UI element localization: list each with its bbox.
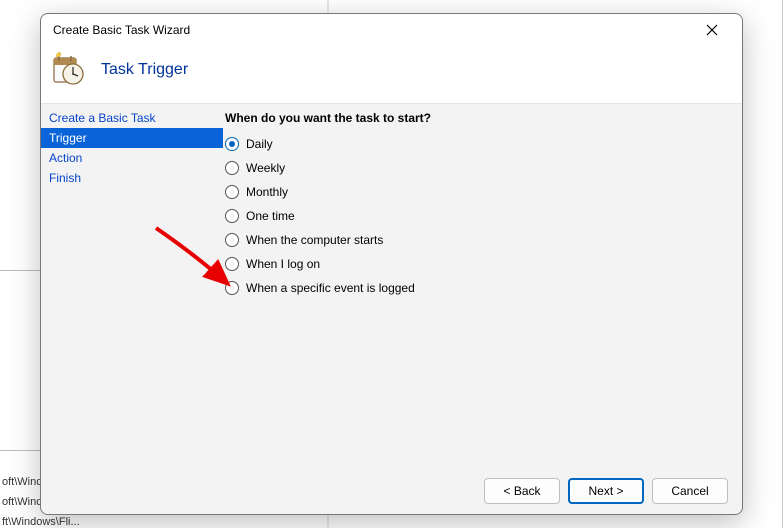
bg-fragment-3: ft\Windows\Fli...	[2, 516, 80, 528]
step-label: Create a Basic Task	[49, 111, 156, 125]
clock-calendar-icon	[51, 52, 87, 88]
radio-label: When a specific event is logged	[246, 281, 415, 295]
back-button[interactable]: < Back	[484, 478, 560, 504]
radio-indicator	[225, 257, 239, 271]
trigger-options: Daily Weekly Monthly One time When the c	[225, 137, 732, 295]
wizard-body: Create a Basic Task Trigger Action Finis…	[41, 103, 742, 468]
close-button[interactable]	[692, 16, 732, 44]
radio-log-on[interactable]: When I log on	[225, 257, 732, 271]
radio-weekly[interactable]: Weekly	[225, 161, 732, 175]
radio-label: When I log on	[246, 257, 320, 271]
wizard-sidebar: Create a Basic Task Trigger Action Finis…	[41, 104, 223, 468]
radio-label: One time	[246, 209, 295, 223]
radio-label: When the computer starts	[246, 233, 383, 247]
step-label: Trigger	[49, 131, 87, 145]
step-label: Action	[49, 151, 82, 165]
wizard-content: When do you want the task to start? Dail…	[223, 104, 742, 468]
close-icon	[706, 24, 718, 36]
bg-divider	[0, 270, 40, 271]
titlebar-title: Create Basic Task Wizard	[51, 23, 692, 37]
radio-indicator	[225, 281, 239, 295]
radio-indicator	[225, 233, 239, 247]
trigger-prompt: When do you want the task to start?	[225, 111, 732, 125]
step-finish[interactable]: Finish	[41, 168, 223, 188]
bg-fragment-1: oft\Winc	[2, 476, 42, 488]
wizard-dialog: Create Basic Task Wizard Task Trigger Cr	[40, 13, 743, 515]
radio-indicator	[225, 185, 239, 199]
step-label: Finish	[49, 171, 81, 185]
radio-computer-starts[interactable]: When the computer starts	[225, 233, 732, 247]
radio-label: Monthly	[246, 185, 288, 199]
radio-one-time[interactable]: One time	[225, 209, 732, 223]
radio-indicator	[225, 137, 239, 151]
wizard-footer: < Back Next > Cancel	[41, 468, 742, 514]
step-create-basic-task[interactable]: Create a Basic Task	[41, 108, 223, 128]
radio-daily[interactable]: Daily	[225, 137, 732, 151]
radio-label: Weekly	[246, 161, 285, 175]
radio-indicator	[225, 209, 239, 223]
titlebar: Create Basic Task Wizard	[41, 14, 742, 45]
next-button[interactable]: Next >	[568, 478, 644, 504]
wizard-header: Task Trigger	[41, 45, 742, 103]
radio-specific-event[interactable]: When a specific event is logged	[225, 281, 732, 295]
header-title: Task Trigger	[101, 61, 188, 79]
cancel-button[interactable]: Cancel	[652, 478, 728, 504]
radio-label: Daily	[246, 137, 273, 151]
radio-indicator	[225, 161, 239, 175]
radio-monthly[interactable]: Monthly	[225, 185, 732, 199]
bg-hrule	[0, 450, 40, 451]
step-action[interactable]: Action	[41, 148, 223, 168]
step-trigger[interactable]: Trigger	[41, 128, 223, 148]
